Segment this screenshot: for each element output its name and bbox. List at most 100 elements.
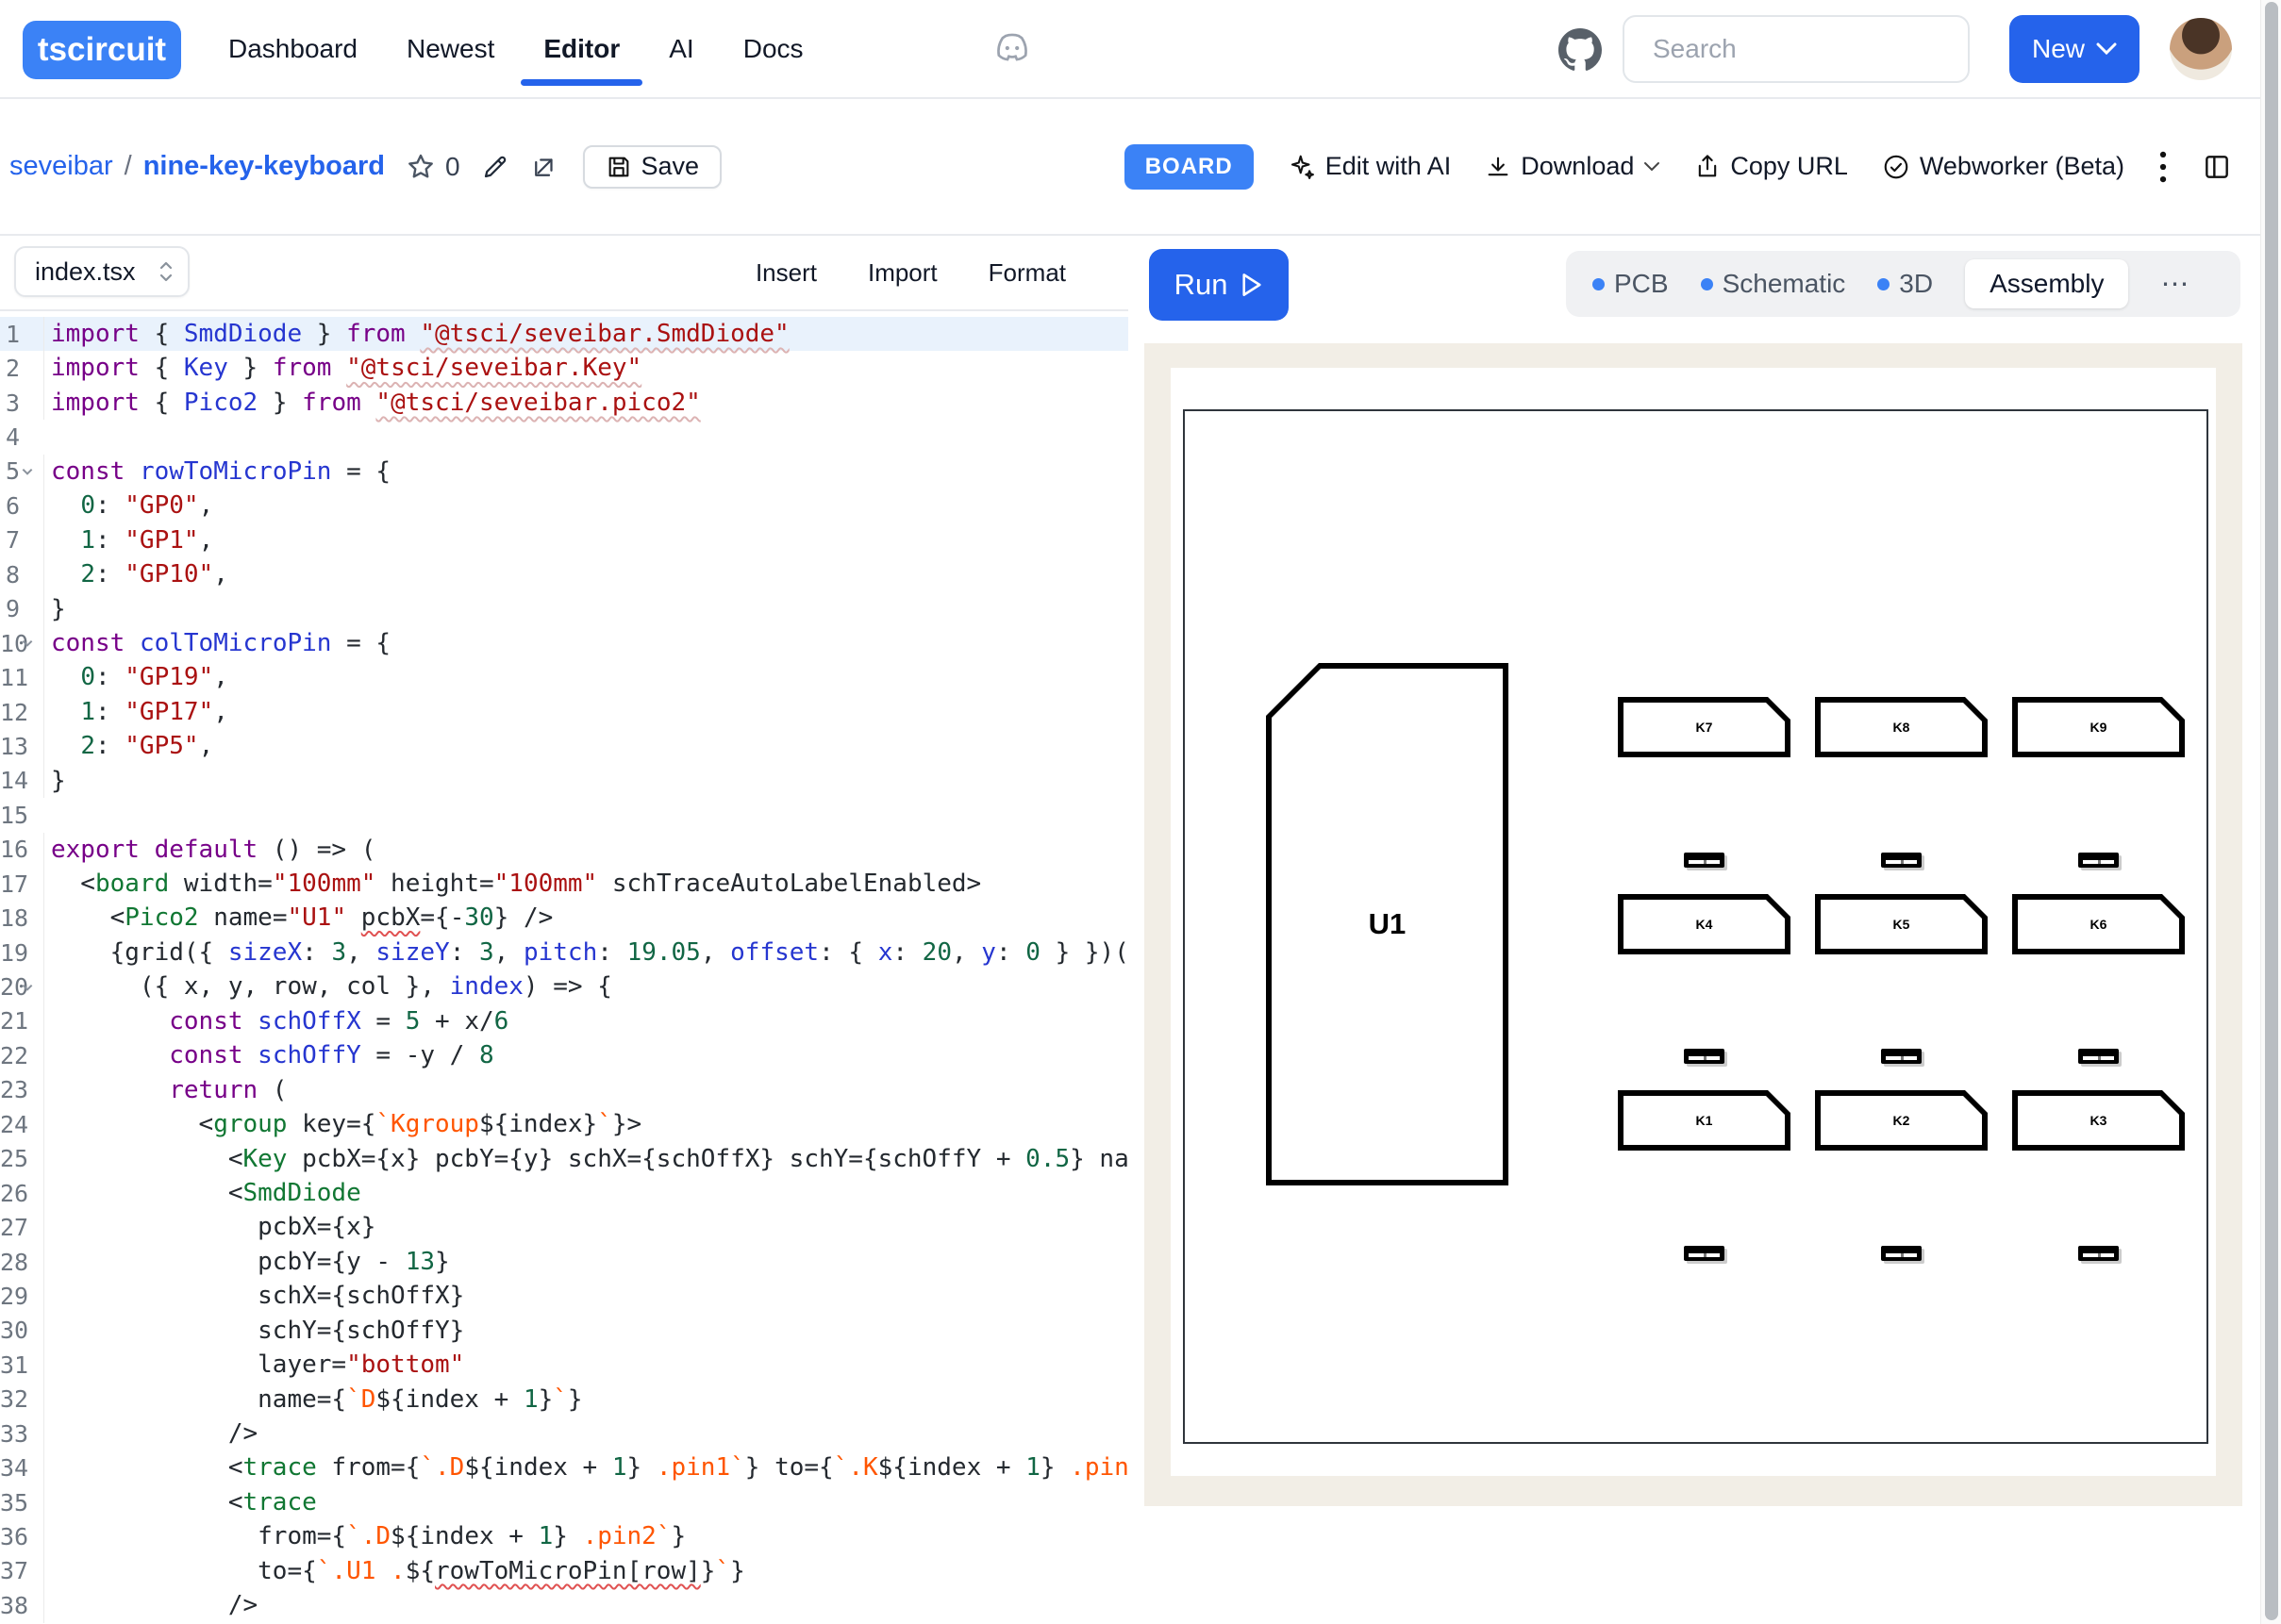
panel-layout-icon[interactable]: [2202, 152, 2232, 182]
view-tab-pcb[interactable]: PCB: [1592, 269, 1669, 299]
view-tab-assembly[interactable]: Assembly: [1965, 259, 2128, 308]
line-number: 17: [0, 870, 20, 898]
webworker-toggle[interactable]: Webworker (Beta): [1882, 152, 2124, 181]
download-button[interactable]: Download: [1485, 152, 1660, 181]
code-line-14[interactable]: 14}: [0, 764, 1128, 798]
code-line-16[interactable]: 16export default () => (: [0, 833, 1128, 867]
code-line-20[interactable]: 20 ({ x, y, row, col }, index) => {: [0, 969, 1128, 1003]
edit-with-ai-button[interactable]: Edit with AI: [1288, 152, 1452, 181]
board-badge: BOARD: [1124, 144, 1254, 190]
nav-item-dashboard[interactable]: Dashboard: [204, 0, 382, 97]
copy-url-label: Copy URL: [1730, 152, 1848, 181]
smd-diode: [1881, 853, 1922, 868]
file-selector[interactable]: index.tsx: [14, 246, 190, 297]
code-line-5[interactable]: 5const rowToMicroPin = {: [0, 455, 1128, 489]
keyswitch-k8: K8: [1815, 697, 1988, 757]
code-line-7[interactable]: 7 1: "GP1",: [0, 523, 1128, 557]
new-button[interactable]: New: [2009, 15, 2139, 83]
code-line-23[interactable]: 23 return (: [0, 1073, 1128, 1107]
code-text: }: [43, 764, 66, 798]
nav-item-ai[interactable]: AI: [644, 0, 718, 97]
code-line-22[interactable]: 22 const schOffY = -y / 8: [0, 1038, 1128, 1072]
line-number: 34: [0, 1454, 20, 1482]
code-line-32[interactable]: 32 name={`D${index + 1}`}: [0, 1383, 1128, 1417]
import-button[interactable]: Import: [868, 258, 938, 288]
copy-url-button[interactable]: Copy URL: [1694, 152, 1848, 181]
tabs-overflow-button[interactable]: ⋯: [2160, 268, 2189, 301]
window-scrollbar[interactable]: [2260, 0, 2281, 1624]
line-number: 7: [0, 526, 20, 554]
code-line-33[interactable]: 33 />: [0, 1417, 1128, 1450]
code-line-4[interactable]: 4: [0, 420, 1128, 454]
code-text: <trace from={`.D${index + 1} .pin1`} to=…: [43, 1450, 1128, 1484]
code-text: 2: "GP5",: [43, 729, 213, 763]
run-button[interactable]: Run: [1149, 249, 1289, 321]
code-line-21[interactable]: 21 const schOffX = 5 + x/6: [0, 1004, 1128, 1038]
open-external-icon[interactable]: [530, 153, 558, 181]
code-line-6[interactable]: 6 0: "GP0",: [0, 489, 1128, 522]
code-line-19[interactable]: 19 {grid({ sizeX: 3, sizeY: 3, pitch: 19…: [0, 936, 1128, 969]
user-avatar[interactable]: [2170, 18, 2232, 80]
github-icon[interactable]: [1558, 28, 1602, 72]
code-line-1[interactable]: 1import { SmdDiode } from "@tsci/seveiba…: [0, 317, 1128, 351]
line-number: 20: [0, 973, 20, 1001]
keyswitch-k4: K4: [1618, 894, 1790, 954]
code-line-38[interactable]: 38 />: [0, 1588, 1128, 1622]
code-line-13[interactable]: 13 2: "GP5",: [0, 729, 1128, 763]
code-line-10[interactable]: 10const colToMicroPin = {: [0, 626, 1128, 660]
code-line-9[interactable]: 9}: [0, 592, 1128, 626]
line-number: 3: [0, 389, 20, 417]
nav-item-editor[interactable]: Editor: [519, 0, 644, 97]
code-line-28[interactable]: 28 pcbY={y - 13}: [0, 1245, 1128, 1279]
search-input[interactable]: [1653, 34, 1926, 64]
save-button[interactable]: Save: [583, 145, 723, 189]
code-line-3[interactable]: 3import { Pico2 } from "@tsci/seveibar.p…: [0, 386, 1128, 420]
code-line-2[interactable]: 2import { Key } from "@tsci/seveibar.Key…: [0, 351, 1128, 385]
code-line-29[interactable]: 29 schX={schOffX}: [0, 1279, 1128, 1313]
code-line-26[interactable]: 26 <SmdDiode: [0, 1176, 1128, 1210]
code-line-27[interactable]: 27 pcbX={x}: [0, 1210, 1128, 1244]
code-line-34[interactable]: 34 <trace from={`.D${index + 1} .pin1`} …: [0, 1450, 1128, 1484]
breadcrumb-project-name[interactable]: nine-key-keyboard: [143, 151, 385, 182]
more-options-kebab-icon[interactable]: [2158, 151, 2168, 183]
code-lines[interactable]: 1import { SmdDiode } from "@tsci/seveiba…: [0, 311, 1128, 1624]
line-number: 14: [0, 767, 20, 794]
code-line-17[interactable]: 17 <board width="100mm" height="100mm" s…: [0, 867, 1128, 901]
code-line-37[interactable]: 37 to={`.U1 .${rowToMicroPin[row]}`}: [0, 1554, 1128, 1588]
code-text: 1: "GP1",: [43, 523, 213, 557]
code-text: />: [43, 1588, 258, 1622]
code-line-24[interactable]: 24 <group key={`Kgroup${index}`}>: [0, 1107, 1128, 1141]
star-icon[interactable]: [406, 152, 436, 182]
smd-diode: [1881, 1246, 1922, 1261]
code-line-25[interactable]: 25 <Key pcbX={x} pcbY={y} schX={schOffX}…: [0, 1142, 1128, 1176]
code-line-18[interactable]: 18 <Pico2 name="U1" pcbX={-30} />: [0, 901, 1128, 935]
breadcrumb-separator: /: [125, 151, 132, 182]
code-text: to={`.U1 .${rowToMicroPin[row]}`}: [43, 1554, 745, 1588]
code-line-36[interactable]: 36 from={`.D${index + 1} .pin2`}: [0, 1519, 1128, 1553]
breadcrumb-owner[interactable]: seveibar: [9, 151, 113, 182]
scrollbar-thumb[interactable]: [2265, 2, 2278, 1620]
code-line-30[interactable]: 30 schY={schOffY}: [0, 1314, 1128, 1348]
view-tab-3d[interactable]: 3D: [1877, 269, 1933, 299]
nav-item-newest[interactable]: Newest: [382, 0, 519, 97]
fold-arrow-icon[interactable]: [20, 465, 35, 478]
fold-arrow-icon[interactable]: [20, 637, 35, 650]
insert-button[interactable]: Insert: [756, 258, 817, 288]
rename-pencil-icon[interactable]: [481, 153, 509, 181]
code-line-12[interactable]: 12 1: "GP17",: [0, 695, 1128, 729]
smd-diode: [1881, 1049, 1922, 1064]
fold-arrow-icon[interactable]: [20, 981, 35, 994]
keyswitch-k9: K9: [2012, 697, 2185, 757]
tscircuit-logo[interactable]: tscircuit: [23, 21, 181, 79]
nav-item-docs[interactable]: Docs: [719, 0, 828, 97]
code-line-8[interactable]: 8 2: "GP10",: [0, 557, 1128, 591]
code-line-31[interactable]: 31 layer="bottom": [0, 1348, 1128, 1382]
code-line-35[interactable]: 35 <trace: [0, 1485, 1128, 1519]
code-line-15[interactable]: 15: [0, 798, 1128, 832]
keyswitch-label: K7: [1696, 720, 1713, 735]
view-tab-schematic[interactable]: Schematic: [1701, 269, 1846, 299]
format-button[interactable]: Format: [989, 258, 1066, 288]
discord-icon[interactable]: [991, 30, 1034, 66]
code-text: <SmdDiode: [43, 1176, 361, 1210]
code-line-11[interactable]: 11 0: "GP19",: [0, 660, 1128, 694]
